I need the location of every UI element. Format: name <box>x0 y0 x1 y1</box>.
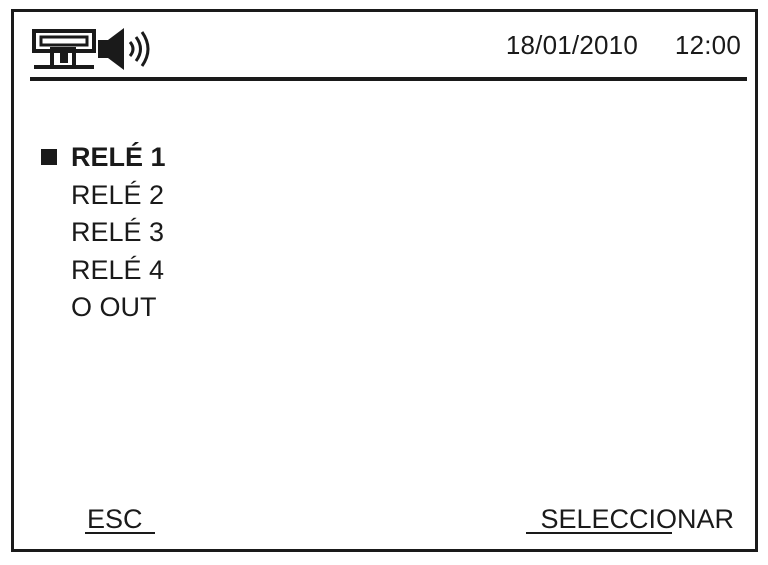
time-display: 12:00 <box>674 30 741 60</box>
select-softkey-underline <box>526 532 672 534</box>
menu-item-label: RELÉ 3 <box>71 217 165 247</box>
menu-item-rele-3[interactable]: RELÉ 3 <box>37 214 166 252</box>
esc-softkey[interactable]: ESC <box>87 504 143 534</box>
menu-item-rele-2[interactable]: RELÉ 2 <box>37 177 166 215</box>
menu-item-label: RELÉ 2 <box>71 179 165 210</box>
esc-softkey-underline <box>85 532 155 534</box>
menu-item-label: RELÉ 1 <box>71 142 166 172</box>
selection-marker-icon <box>41 149 57 165</box>
select-softkey[interactable]: SELECCIONAR <box>540 504 734 534</box>
menu-item-rele-1[interactable]: RELÉ 1 <box>37 139 166 177</box>
header-divider <box>30 77 747 81</box>
status-bar: 18/01/2010 12:00 <box>14 12 755 80</box>
menu-item-label: O OUT <box>71 292 157 322</box>
device-screen: 18/01/2010 12:00 RELÉ 1 RELÉ 2 RELÉ 3 RE… <box>11 9 758 552</box>
network-icon <box>32 29 96 69</box>
menu-item-o-out[interactable]: O OUT <box>37 289 166 327</box>
date-display: 18/01/2010 <box>505 30 638 60</box>
menu-item-label: RELÉ 4 <box>71 254 165 285</box>
relay-menu: RELÉ 1 RELÉ 2 RELÉ 3 RELÉ 4 O OUT <box>37 139 166 327</box>
menu-item-rele-4[interactable]: RELÉ 4 <box>37 252 166 290</box>
speaker-icon <box>98 28 150 70</box>
